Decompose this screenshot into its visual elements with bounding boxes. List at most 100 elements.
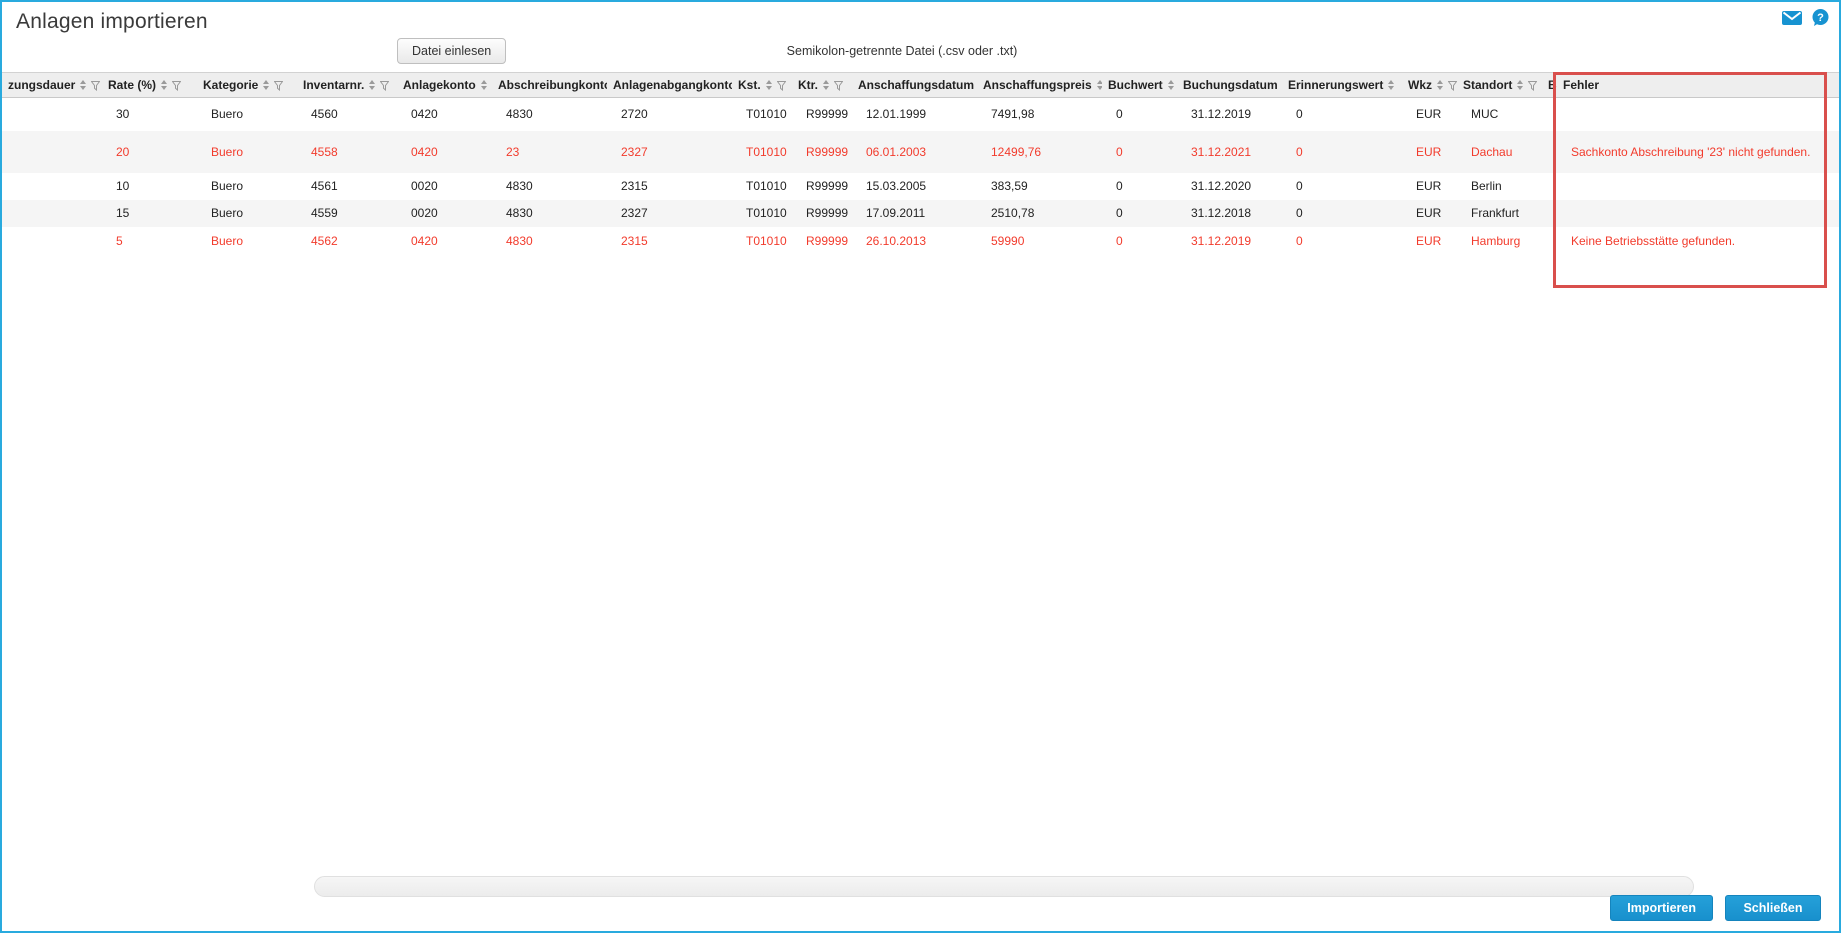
cell-wkz: EUR xyxy=(1402,130,1457,173)
filter-icon[interactable] xyxy=(1525,78,1538,92)
filter-icon[interactable] xyxy=(831,78,844,92)
cell-rate: 5 xyxy=(116,233,123,248)
table-row[interactable]: 30 Buero 4560 0420 4830 2720 T01010 R99999 12.01… xyxy=(2,98,1839,131)
column-header-anlagekonto[interactable]: Anlagekonto xyxy=(397,72,492,98)
cell-buchungsdatum: 31.12.2018 xyxy=(1177,199,1282,227)
cell-wkz: EUR xyxy=(1416,107,1442,122)
cell-zungsdauer xyxy=(2,130,102,173)
column-header-anschaffungspreis[interactable]: Anschaffungspreis xyxy=(977,72,1102,98)
cell-anlagenabgangkonto: 2327 xyxy=(607,130,732,173)
cell-abschreibungkonto: 4830 xyxy=(506,179,533,193)
cell-fehler: Keine Betriebsstätte gefunden. xyxy=(1571,233,1736,248)
sort-icon[interactable] xyxy=(765,79,772,90)
column-header-wkz[interactable]: Wkz xyxy=(1402,72,1457,98)
column-header-standort[interactable]: Standort xyxy=(1457,72,1542,98)
sort-icon[interactable] xyxy=(1096,79,1102,90)
cell-erinnerungswert: 0 xyxy=(1282,199,1402,227)
help-icon[interactable]: ? xyxy=(1812,9,1829,26)
cell-anlagenabgangkonto: 2720 xyxy=(621,107,648,122)
column-header-kst[interactable]: Kst. xyxy=(732,72,792,98)
table-row[interactable]: 15 Buero 4559 0020 4830 2327 T01010 R99999 17.09… xyxy=(2,199,1839,227)
sort-icon[interactable] xyxy=(1167,79,1174,90)
cell-anlagenabgangkonto: 2315 xyxy=(621,233,648,248)
import-button[interactable]: Importieren xyxy=(1610,895,1713,921)
cell-buchwert: 0 xyxy=(1116,233,1123,248)
cell-buchungsdatum: 31.12.2019 xyxy=(1191,233,1252,248)
horizontal-scrollbar-thumb[interactable] xyxy=(314,876,1694,897)
filter-icon[interactable] xyxy=(377,78,390,92)
read-file-button[interactable]: Datei einlesen xyxy=(397,38,507,64)
filter-icon[interactable] xyxy=(1176,78,1177,92)
column-header-inventarnr[interactable]: Inventarnr. xyxy=(297,72,397,98)
column-header-rate[interactable]: Rate (%) xyxy=(102,72,197,98)
cell-rate: 10 xyxy=(116,179,130,193)
column-label: Wkz xyxy=(1408,78,1432,92)
sort-icon[interactable] xyxy=(161,79,168,90)
column-header-erinnerungswert[interactable]: Erinnerungswert xyxy=(1282,72,1402,98)
column-label: Inventarnr. xyxy=(303,78,365,92)
filter-icon[interactable] xyxy=(271,78,284,92)
cell-anlagenabgangkonto: 2327 xyxy=(607,199,732,227)
column-header-abschreibungkonto[interactable]: Abschreibungkonto xyxy=(492,72,607,98)
cell-erinnerungswert: 0 xyxy=(1282,130,1402,173)
cell-anschaffungspreis: 59990 xyxy=(991,233,1025,248)
cell-wkz: EUR xyxy=(1402,199,1457,227)
sort-icon[interactable] xyxy=(80,79,87,90)
cell-inventarnr: 4558 xyxy=(297,130,397,173)
column-label: Erinnerungswert xyxy=(1288,78,1384,92)
cell-zungsdauer xyxy=(2,199,102,227)
cell-anschaffungspreis: 2510,78 xyxy=(977,199,1102,227)
sort-icon[interactable] xyxy=(1437,79,1443,90)
sort-icon[interactable] xyxy=(1517,79,1524,90)
cell-buchwert: 0 xyxy=(1116,179,1123,193)
cell-anschaffungspreis: 383,59 xyxy=(991,179,1028,193)
cell-anlagekonto: 0020 xyxy=(411,179,438,193)
cell-anschaffungsdatum: 17.09.2011 xyxy=(852,199,977,227)
column-label: Buchwert xyxy=(1108,78,1163,92)
cell-anschaffungspreis: 7491,98 xyxy=(991,107,1035,122)
cell-kst: T01010 xyxy=(746,233,787,248)
column-header-ktr[interactable]: Ktr. xyxy=(792,72,852,98)
sort-icon[interactable] xyxy=(480,79,487,90)
anlagen-importieren-window: Anlagen importieren ? Datei einlesen Sem… xyxy=(0,0,1841,933)
filter-icon[interactable] xyxy=(774,78,786,92)
mail-icon[interactable] xyxy=(1782,10,1802,25)
column-header-b[interactable]: B xyxy=(1542,72,1557,98)
column-label: Rate (%) xyxy=(108,78,157,92)
cell-inventarnr: 4559 xyxy=(297,199,397,227)
column-header-fehler[interactable]: Fehler xyxy=(1557,72,1839,98)
cell-fehler: Sachkonto Abschreibung '23' nicht gefund… xyxy=(1557,130,1839,173)
cell-erinnerungswert: 0 xyxy=(1296,179,1303,193)
cell-standort: Berlin xyxy=(1471,179,1502,193)
cell-kategorie: Buero xyxy=(197,130,297,173)
cell-erinnerungswert: 0 xyxy=(1296,233,1303,248)
cell-b xyxy=(1542,227,1557,255)
cell-buchungsdatum: 31.12.2019 xyxy=(1191,107,1252,122)
table-row[interactable]: 10 Buero 4561 0020 4830 2315 T01010 R99999 15.03… xyxy=(2,173,1839,200)
cell-anlagenabgangkonto: 2315 xyxy=(621,179,648,193)
table-row[interactable]: 20 Buero 4558 0420 23 2327 T01010 R99999 06.01.2… xyxy=(2,130,1839,173)
sort-icon[interactable] xyxy=(1388,79,1395,90)
filter-icon[interactable] xyxy=(1445,78,1457,92)
table-row[interactable]: 5 Buero 4562 0420 4830 2315 T01010 R99999 26.10.… xyxy=(2,227,1839,255)
cell-anschaffungsdatum: 15.03.2005 xyxy=(866,179,927,193)
column-header-buchungsdatum[interactable]: Buchungsdatum xyxy=(1177,72,1282,98)
column-header-anlagenabgangkonto[interactable]: Anlagenabgangkonto xyxy=(607,72,732,98)
cell-zungsdauer xyxy=(2,98,102,131)
sort-icon[interactable] xyxy=(263,79,270,90)
column-header-anschaffungsdatum[interactable]: Anschaffungsdatum xyxy=(852,72,977,98)
sort-icon[interactable] xyxy=(823,79,830,90)
sort-icon[interactable] xyxy=(369,79,376,90)
filter-icon[interactable] xyxy=(489,78,492,92)
cell-anschaffungsdatum: 12.01.1999 xyxy=(866,107,927,122)
filter-icon[interactable] xyxy=(88,78,101,92)
column-header-zungsdauer[interactable]: zungsdauer xyxy=(2,72,102,98)
filter-icon[interactable] xyxy=(169,78,182,92)
column-header-buchwert[interactable]: Buchwert xyxy=(1102,72,1177,98)
column-header-kategorie[interactable]: Kategorie xyxy=(197,72,297,98)
cell-standort: Hamburg xyxy=(1471,233,1521,248)
cell-inventarnr: 4562 xyxy=(311,233,338,248)
close-button[interactable]: Schließen xyxy=(1725,895,1821,921)
column-label: B xyxy=(1548,78,1557,92)
cell-abschreibungkonto: 4830 xyxy=(506,233,533,248)
